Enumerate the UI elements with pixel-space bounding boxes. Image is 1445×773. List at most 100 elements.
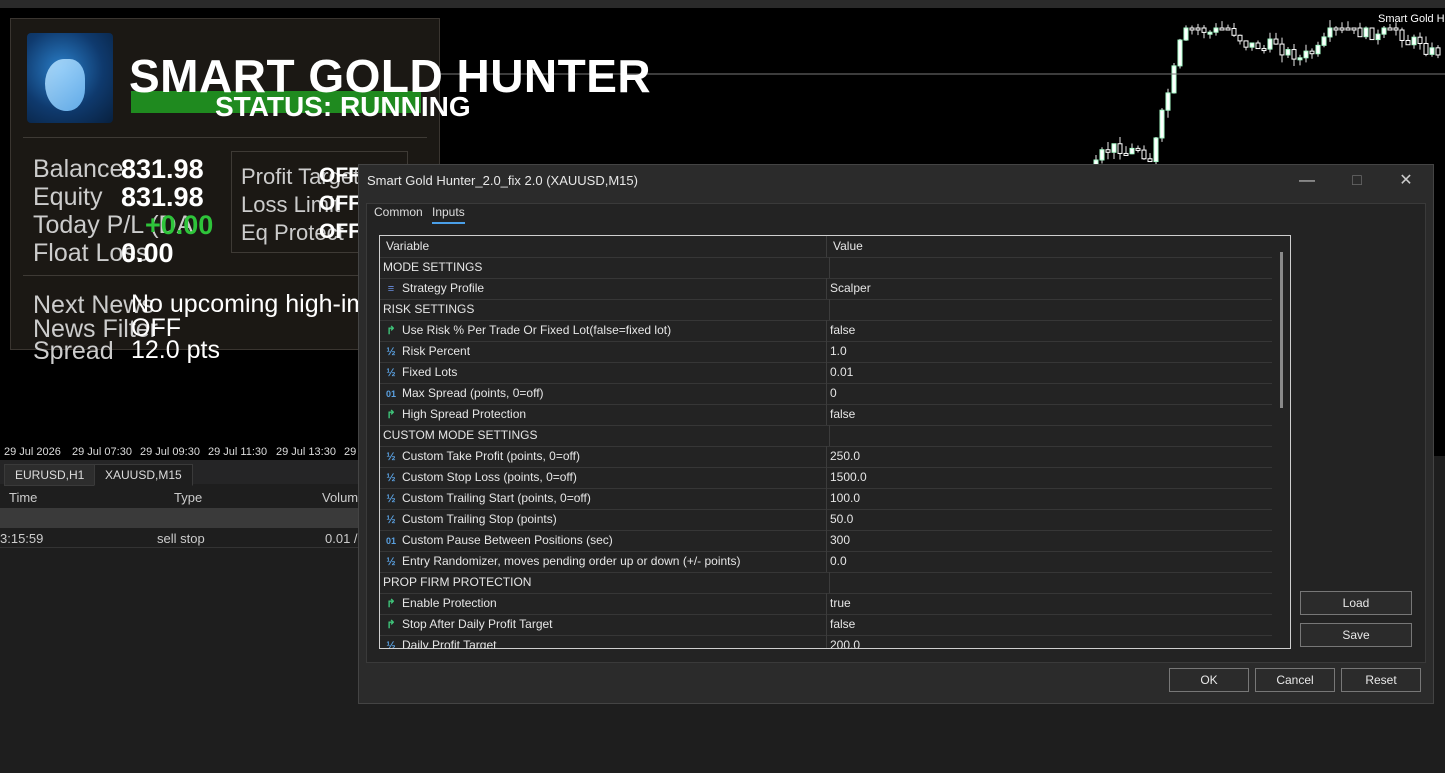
col-value[interactable]: Value: [833, 236, 863, 256]
reset-button[interactable]: Reset: [1341, 668, 1421, 692]
save-button[interactable]: Save: [1300, 623, 1412, 647]
candle-body: [1405, 39, 1411, 46]
input-row[interactable]: ↱ Enable Protection true: [380, 593, 1272, 615]
section-row: RISK SETTINGS: [380, 299, 1272, 321]
value-cell[interactable]: true: [830, 593, 851, 613]
value-cell[interactable]: Scalper: [830, 278, 871, 298]
value-cell[interactable]: 1.0: [830, 341, 847, 361]
col-volume[interactable]: Volum: [322, 490, 358, 505]
inputs-grid: Variable Value MODE SETTINGS ≡ Strategy Pr…: [379, 235, 1291, 649]
balance-label: Balance: [33, 155, 124, 183]
candle-body: [1411, 36, 1417, 46]
candle-body: [1375, 33, 1381, 41]
minimize-icon[interactable]: —: [1287, 169, 1327, 193]
load-button[interactable]: Load: [1300, 591, 1412, 615]
candle-body: [1111, 143, 1117, 153]
value-cell[interactable]: 1500.0: [830, 467, 867, 487]
input-row[interactable]: ↱ Use Risk % Per Trade Or Fixed Lot(false…: [380, 320, 1272, 342]
col-type[interactable]: Type: [174, 490, 202, 505]
candle-body: [1237, 34, 1243, 42]
section-row: MODE SETTINGS: [380, 257, 1272, 279]
input-row[interactable]: ½ Custom Take Profit (points, 0=off) 250.0: [380, 446, 1272, 468]
value-cell[interactable]: false: [830, 404, 855, 424]
order-time: 3:15:59: [0, 531, 44, 546]
value-cell[interactable]: 50.0: [830, 509, 853, 529]
input-row[interactable]: ½ Custom Stop Loss (points, 0=off) 1500.0: [380, 467, 1272, 489]
input-row[interactable]: 01 Max Spread (points, 0=off) 0: [380, 383, 1272, 405]
input-row[interactable]: ½ Risk Percent 1.0: [380, 341, 1272, 363]
chart-ea-label: Smart Gold Hu: [1378, 13, 1445, 25]
tab-common[interactable]: Common: [374, 205, 423, 219]
value-cell[interactable]: 250.0: [830, 446, 860, 466]
candle-body: [1303, 50, 1309, 59]
col-time[interactable]: Time: [9, 490, 37, 505]
tab-inputs[interactable]: Inputs: [432, 205, 465, 224]
candle-body: [1351, 27, 1357, 31]
variable-name: Daily Profit Target: [402, 638, 497, 649]
candle-body: [1393, 27, 1399, 31]
ok-button[interactable]: OK: [1169, 668, 1249, 692]
variable-cell: ↱ Stop After Daily Profit Target: [380, 614, 827, 635]
profit-target-value: OFF: [319, 164, 361, 187]
variable-name: Entry Randomizer, moves pending order up…: [402, 554, 741, 568]
num-type-icon: ½: [386, 450, 396, 463]
value-cell[interactable]: 0.01: [830, 362, 853, 382]
time-tick: 29 Jul 2026: [4, 446, 61, 458]
variable-name: Custom Pause Between Positions (sec): [402, 533, 613, 547]
variable-cell: ½ Fixed Lots: [380, 362, 827, 383]
candle-body: [1255, 42, 1261, 50]
candle-body: [1105, 149, 1111, 153]
candle-body: [1153, 137, 1159, 163]
value-cell[interactable]: 0.0: [830, 551, 847, 571]
candle-body: [1357, 27, 1363, 38]
input-row[interactable]: ↱ High Spread Protection false: [380, 404, 1272, 426]
variable-cell: 01 Max Spread (points, 0=off): [380, 383, 827, 404]
input-row[interactable]: ½ Daily Profit Target 200.0: [380, 635, 1272, 649]
value-cell[interactable]: 200.0: [830, 635, 860, 648]
order-row[interactable]: 3:15:59 sell stop 0.01 /: [0, 529, 360, 548]
balance-value: 831.98: [121, 154, 204, 184]
variable-cell: ½ Custom Stop Loss (points, 0=off): [380, 467, 827, 488]
variable-cell: PROP FIRM PROTECTION: [380, 572, 830, 593]
input-row[interactable]: ≡ Strategy Profile Scalper: [380, 278, 1272, 300]
input-row[interactable]: ½ Custom Trailing Start (points, 0=off) 10…: [380, 488, 1272, 510]
time-tick: 29 Jul 07:30: [72, 446, 132, 458]
time-tick: 29 Jul 09:30: [140, 446, 200, 458]
time-tick: 29 Jul 13:30: [276, 446, 336, 458]
col-variable[interactable]: Variable: [380, 236, 827, 257]
input-row[interactable]: ½ Entry Randomizer, moves pending order u…: [380, 551, 1272, 573]
value-cell[interactable]: false: [830, 614, 855, 634]
input-row[interactable]: ½ Custom Trailing Stop (points) 50.0: [380, 509, 1272, 531]
num-type-icon: ½: [386, 366, 396, 379]
chart-tab-bar: EURUSD,H1 XAUUSD,M15: [0, 460, 360, 486]
variable-name: Fixed Lots: [402, 365, 458, 379]
section-row: CUSTOM MODE SETTINGS: [380, 425, 1272, 447]
cancel-button[interactable]: Cancel: [1255, 668, 1335, 692]
order-volume: 0.01 /: [325, 531, 358, 546]
spread-value: 12.0 pts: [131, 336, 220, 364]
tab-xauusd-m15[interactable]: XAUUSD,M15: [94, 464, 193, 486]
tab-eurusd-h1[interactable]: EURUSD,H1: [4, 464, 96, 486]
variable-cell: ½ Custom Trailing Stop (points): [380, 509, 827, 530]
candle-body: [1387, 27, 1393, 31]
value-cell[interactable]: 0: [830, 383, 837, 403]
close-icon[interactable]: ✕: [1386, 169, 1426, 193]
top-toolbar-strip: [0, 0, 1445, 8]
candle-body: [1345, 27, 1351, 31]
input-row[interactable]: ↱ Stop After Daily Profit Target false: [380, 614, 1272, 636]
input-row[interactable]: 01 Custom Pause Between Positions (sec) 30…: [380, 530, 1272, 552]
grid-scrollbar[interactable]: [1280, 252, 1283, 408]
value-cell[interactable]: 300: [830, 530, 850, 550]
input-row[interactable]: ½ Fixed Lots 0.01: [380, 362, 1272, 384]
equity-value: 831.98: [121, 182, 204, 212]
bool-type-icon: ↱: [386, 408, 396, 421]
variable-cell: ≡ Strategy Profile: [380, 278, 827, 299]
candle-body: [1321, 36, 1327, 46]
value-cell[interactable]: 100.0: [830, 488, 860, 508]
candle-body: [1183, 27, 1189, 41]
candle-body: [1399, 29, 1405, 41]
maximize-icon[interactable]: □: [1337, 169, 1377, 193]
candle-body: [1243, 40, 1249, 48]
value-cell[interactable]: false: [830, 320, 855, 340]
candle-body: [1099, 149, 1105, 161]
